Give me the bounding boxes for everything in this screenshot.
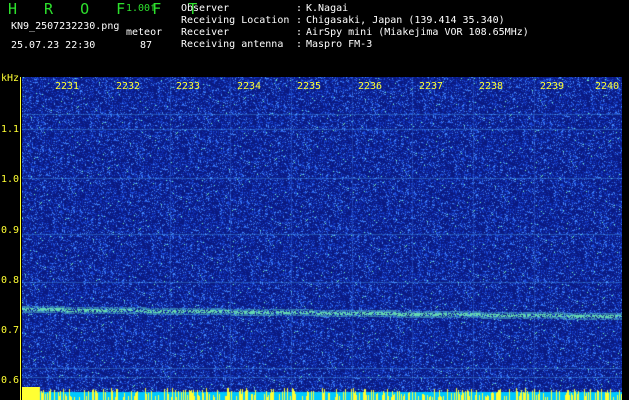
meteor-label: meteor [126, 27, 163, 38]
file-name: KN9_2507232230.png [11, 21, 120, 32]
receiver-label: Receiver [181, 27, 230, 38]
antenna-label: Receiving antenna [181, 39, 284, 50]
signal-level-strip [22, 387, 622, 400]
observer-sep: : [296, 3, 303, 14]
time-tick-2236: 2236 [358, 81, 383, 92]
observer-value: K.Nagai [306, 3, 349, 14]
time-tick-2240: 2240 [595, 81, 620, 92]
location-value: Chigasaki, Japan (139.414 35.340) [306, 15, 505, 26]
time-tick-2239: 2239 [540, 81, 565, 92]
time-tick-2235: 2235 [297, 81, 322, 92]
location-sep: : [296, 15, 303, 26]
y-axis-line [20, 77, 21, 400]
freq-tick-0-8: 0.8 [1, 275, 20, 286]
app-title: H R O F F T [8, 0, 207, 18]
time-tick-2231: 2231 [55, 81, 80, 92]
receiver-sep: : [296, 27, 303, 38]
date-time: 25.07.23 22:30 [11, 40, 96, 51]
freq-tick-0-7: 0.7 [1, 325, 20, 336]
antenna-value: Maspro FM-3 [306, 39, 373, 50]
time-tick-2238: 2238 [479, 81, 504, 92]
freq-tick-0-6: 0.6 [1, 375, 20, 386]
time-tick-2232: 2232 [116, 81, 141, 92]
app-version: 1.00f [126, 3, 157, 14]
freq-unit-label: kHz [1, 73, 20, 84]
time-tick-2233: 2233 [176, 81, 201, 92]
time-tick-2234: 2234 [237, 81, 262, 92]
freq-tick-0-9: 0.9 [1, 225, 20, 236]
observer-label: Observer [181, 3, 230, 14]
freq-tick-1-1: 1.1 [1, 124, 20, 135]
antenna-sep: : [296, 39, 303, 50]
spectrogram-canvas [22, 77, 622, 395]
meteor-count: 87 [140, 40, 153, 51]
receiver-value: AirSpy mini (Miakejima VOR 108.65MHz) [306, 27, 529, 38]
freq-tick-1-0: 1.0 [1, 174, 20, 185]
location-label: Receiving Location [181, 15, 290, 26]
time-tick-2237: 2237 [419, 81, 444, 92]
